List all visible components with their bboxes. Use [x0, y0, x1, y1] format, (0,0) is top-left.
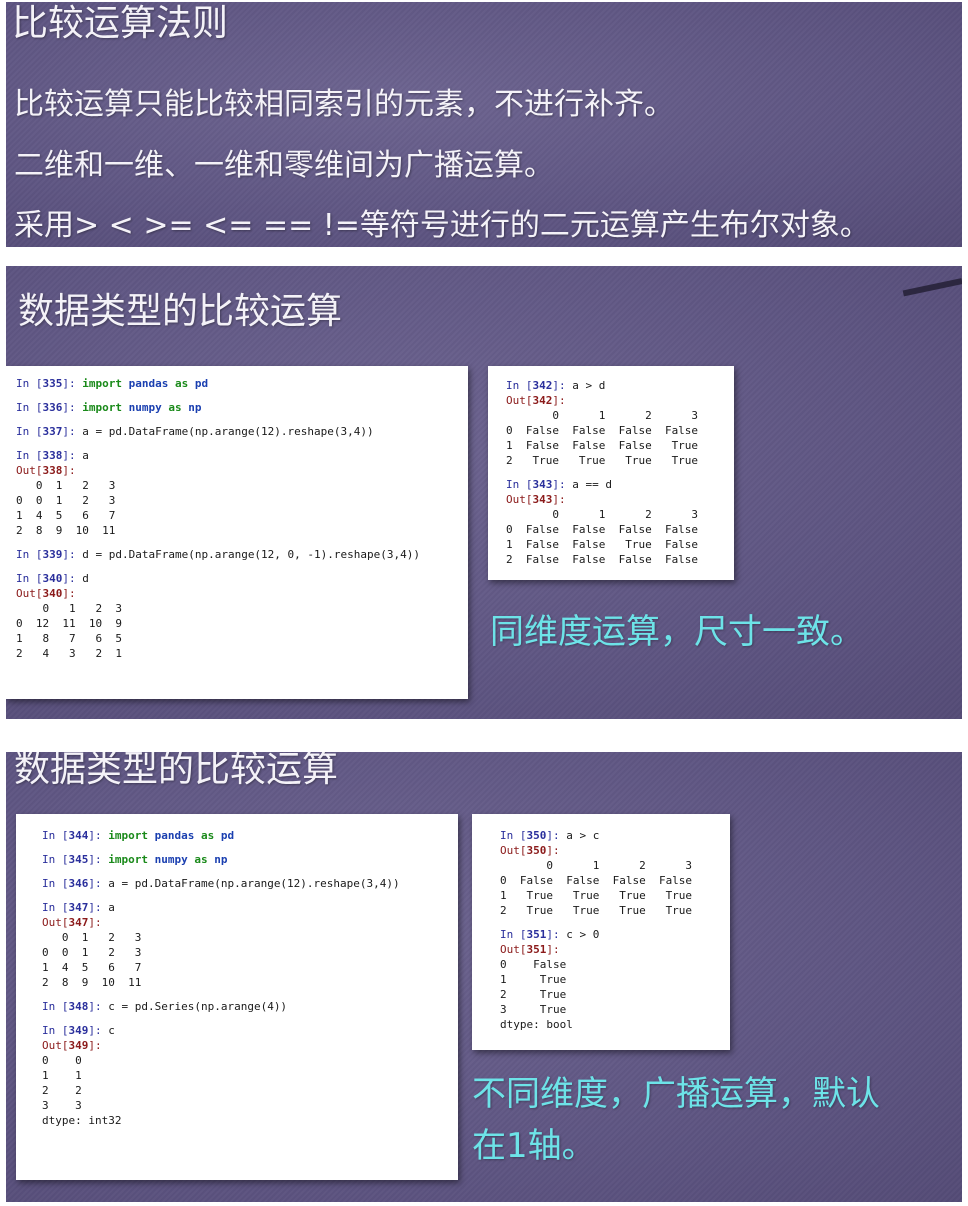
code-cell: In [349]: c [42, 1024, 115, 1037]
note-line-2: 在1轴。 [472, 1126, 596, 1166]
code-cell: In [338]: a [16, 449, 89, 462]
output-table: 0 1 2 3 0 0 1 2 3 1 4 5 6 7 2 8 9 10 11 [42, 931, 142, 989]
slide-title: 数据类型的比较运算 [14, 752, 339, 790]
output-table: 0 0 1 1 2 2 3 3 dtype: int32 [42, 1054, 122, 1127]
output-label: Out[340]: [16, 587, 76, 600]
output-table: 0 1 2 3 0 False False False False 1 True… [500, 859, 693, 917]
code-cell: In [343]: a == d [506, 478, 612, 491]
output-label: Out[350]: [500, 844, 560, 857]
output-label: Out[343]: [506, 493, 566, 506]
output-table: 0 1 2 3 0 False False False False 1 Fals… [506, 409, 699, 467]
rule-line-2: 二维和一维、一维和零维间为广播运算。 [14, 148, 554, 183]
slide-broadcast: 数据类型的比较运算 In [344]: import pandas as pd … [6, 752, 962, 1202]
output-label: Out[349]: [42, 1039, 102, 1052]
code-cell: In [348]: c = pd.Series(np.arange(4)) [42, 1000, 288, 1013]
code-cell: In [346]: a = pd.DataFrame(np.arange(12)… [42, 877, 400, 890]
code-card-right: In [342]: a > d Out[342]: 0 1 2 3 0 Fals… [488, 366, 734, 580]
code-cell: In [336]: import numpy as np [16, 401, 202, 414]
rule-line-3: 采用> < >= <= == !=等符号进行的二元运算产生布尔对象。 [14, 208, 870, 243]
output-label: Out[347]: [42, 916, 102, 929]
code-cell: In [342]: a > d [506, 379, 606, 392]
code-cell: In [344]: import pandas as pd [42, 829, 235, 842]
code-card-right: In [350]: a > c Out[350]: 0 1 2 3 0 Fals… [472, 814, 730, 1050]
code-cell: In [335]: import pandas as pd [16, 377, 209, 390]
code-card-left: In [335]: import pandas as pd In [336]: … [6, 366, 468, 699]
output-table: 0 False 1 True 2 True 3 True dtype: bool [500, 958, 573, 1031]
code-cell: In [350]: a > c [500, 829, 600, 842]
code-cell: In [351]: c > 0 [500, 928, 600, 941]
output-table: 0 1 2 3 0 12 11 10 9 1 8 7 6 5 2 4 3 2 1 [16, 602, 122, 660]
output-label: Out[342]: [506, 394, 566, 407]
output-label: Out[338]: [16, 464, 76, 477]
decorative-arrow [902, 278, 962, 297]
slide-title: 比较运算法则 [12, 3, 229, 44]
code-cell: In [347]: a [42, 901, 115, 914]
code-card-left: In [344]: import pandas as pd In [345]: … [16, 814, 458, 1180]
slide-same-dimension: 数据类型的比较运算 In [335]: import pandas as pd … [6, 266, 962, 719]
output-table: 0 1 2 3 0 0 1 2 3 1 4 5 6 7 2 8 9 10 11 [16, 479, 116, 537]
output-label: Out[351]: [500, 943, 560, 956]
code-cell: In [345]: import numpy as np [42, 853, 228, 866]
output-table: 0 1 2 3 0 False False False False 1 Fals… [506, 508, 699, 566]
code-cell: In [339]: d = pd.DataFrame(np.arange(12,… [16, 548, 421, 561]
code-cell: In [337]: a = pd.DataFrame(np.arange(12)… [16, 425, 374, 438]
code-cell: In [340]: d [16, 572, 89, 585]
slide-comparison-rules: 比较运算法则 比较运算只能比较相同索引的元素，不进行补齐。 二维和一维、一维和零… [6, 2, 962, 247]
slide-title: 数据类型的比较运算 [18, 291, 343, 332]
rule-line-1: 比较运算只能比较相同索引的元素，不进行补齐。 [14, 87, 674, 122]
note-line-1: 不同维度，广播运算，默认 [472, 1074, 880, 1114]
note-text: 同维度运算，尺寸一致。 [490, 612, 864, 652]
